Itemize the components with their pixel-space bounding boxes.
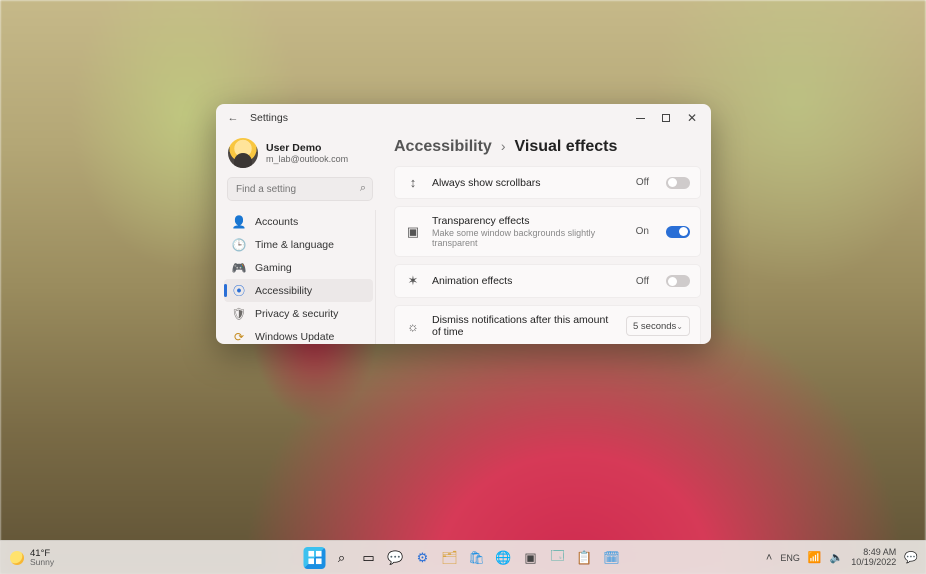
toggle-state-label: Off	[636, 276, 649, 287]
scrollbars-toggle[interactable]	[666, 177, 690, 189]
taskbar-app-chat[interactable]: 💬	[385, 547, 407, 569]
notifications-icon[interactable]: 💬	[904, 551, 918, 564]
sidebar-item-label: Accounts	[255, 216, 298, 228]
taskbar-search-button[interactable]: ⌕	[331, 547, 353, 569]
weather-condition: Sunny	[30, 558, 54, 567]
volume-icon[interactable]: 🔈	[830, 551, 844, 564]
transparency-toggle[interactable]	[666, 226, 690, 238]
toggle-state-label: Off	[636, 177, 649, 188]
sidebar: User Demo m_lab@outlook.com ⌕ 👤 Accounts…	[216, 132, 380, 344]
breadcrumb: Accessibility › Visual effects	[394, 138, 701, 156]
setting-title: Animation effects	[432, 275, 625, 287]
clock-date: 10/19/2022	[851, 558, 896, 568]
sidebar-item-label: Accessibility	[255, 285, 312, 297]
sidebar-item-gaming[interactable]: 🎮 Gaming	[224, 256, 373, 279]
taskbar-clock[interactable]: 8:49 AM 10/19/2022	[851, 548, 896, 568]
taskbar-app-icon[interactable]: 🗓	[601, 547, 623, 569]
titlebar: ← Settings ✕	[216, 104, 711, 132]
taskbar-app-edge[interactable]: 🌐	[493, 547, 515, 569]
taskbar-app-icon[interactable]: 📋	[574, 547, 596, 569]
setting-transparency: ▣ Transparency effects Make some window …	[394, 206, 701, 257]
windows-icon	[307, 550, 322, 565]
page-title: Visual effects	[515, 138, 618, 156]
setting-title: Always show scrollbars	[432, 177, 625, 189]
close-button[interactable]: ✕	[679, 108, 705, 128]
setting-dismiss-notifications: ☼ Dismiss notifications after this amoun…	[394, 305, 701, 344]
sidebar-item-accessibility[interactable]: ⦿ Accessibility	[224, 279, 373, 302]
animation-icon: ✶	[405, 273, 421, 289]
shield-icon: 🛡	[232, 307, 246, 321]
user-email: m_lab@outlook.com	[266, 154, 348, 164]
clock-globe-icon: 🕒	[232, 238, 246, 252]
taskbar-app-explorer[interactable]: 🗂	[439, 547, 461, 569]
setting-animation: ✶ Animation effects Off	[394, 264, 701, 298]
sun-icon	[10, 551, 24, 565]
main-content: Accessibility › Visual effects ↕ Always …	[380, 132, 711, 344]
taskbar-app-terminal[interactable]: ▣	[520, 547, 542, 569]
person-icon: 👤	[232, 215, 246, 229]
setting-subtitle: Make some window backgrounds slightly tr…	[432, 228, 625, 248]
setting-title: Transparency effects	[432, 215, 625, 227]
taskbar-app-icon[interactable]: ⚙	[412, 547, 434, 569]
minimize-button[interactable]	[627, 108, 653, 128]
select-value: 5 seconds	[633, 321, 676, 332]
tray-language[interactable]: ENG	[780, 553, 800, 563]
sidebar-item-accounts[interactable]: 👤 Accounts	[224, 210, 373, 233]
avatar	[228, 138, 258, 168]
brightness-icon: ☼	[405, 319, 421, 334]
setting-title: Dismiss notifications after this amount …	[432, 314, 615, 338]
taskbar-app-icon[interactable]: 🗔	[547, 547, 569, 569]
taskbar-weather[interactable]: 41°F Sunny	[0, 549, 54, 567]
back-button[interactable]: ←	[226, 112, 240, 124]
sidebar-item-time-language[interactable]: 🕒 Time & language	[224, 233, 373, 256]
sidebar-item-label: Privacy & security	[255, 308, 338, 320]
task-view-button[interactable]: ▭	[358, 547, 380, 569]
tray-chevron-up-icon[interactable]: ˄	[766, 552, 772, 564]
sidebar-item-label: Gaming	[255, 262, 292, 274]
settings-window: ← Settings ✕ User Demo m_lab@outlook.com…	[216, 104, 711, 344]
search-input[interactable]	[228, 178, 372, 200]
setting-scrollbars: ↕ Always show scrollbars Off	[394, 166, 701, 199]
search-icon: ⌕	[360, 182, 366, 195]
sidebar-item-label: Time & language	[255, 239, 334, 251]
dismiss-duration-select[interactable]: 5 seconds ⌄	[626, 316, 690, 336]
breadcrumb-parent[interactable]: Accessibility	[394, 138, 492, 156]
taskbar-app-store[interactable]: 🛍	[466, 547, 488, 569]
taskbar-center: ⌕ ▭ 💬 ⚙ 🗂 🛍 🌐 ▣ 🗔 📋 🗓	[304, 547, 623, 569]
user-account-row[interactable]: User Demo m_lab@outlook.com	[224, 136, 376, 174]
update-icon: ⟳	[232, 330, 246, 344]
animation-toggle[interactable]	[666, 275, 690, 287]
chevron-down-icon: ⌄	[676, 322, 683, 331]
gamepad-icon: 🎮	[232, 261, 246, 275]
system-tray: ˄ ENG 📶 🔈 8:49 AM 10/19/2022 💬	[766, 548, 926, 568]
scrollbar-icon: ↕	[405, 175, 421, 190]
sidebar-item-windows-update[interactable]: ⟳ Windows Update	[224, 325, 373, 344]
sidebar-item-privacy-security[interactable]: 🛡 Privacy & security	[224, 302, 373, 325]
search-wrap: ⌕	[228, 178, 372, 200]
transparency-icon: ▣	[405, 224, 421, 240]
wifi-icon[interactable]: 📶	[808, 551, 822, 564]
sidebar-item-label: Windows Update	[255, 331, 334, 343]
accessibility-icon: ⦿	[232, 284, 246, 298]
taskbar: 41°F Sunny ⌕ ▭ 💬 ⚙ 🗂 🛍 🌐 ▣ 🗔 📋 🗓 ˄ ENG 📶…	[0, 540, 926, 574]
sidebar-nav: 👤 Accounts 🕒 Time & language 🎮 Gaming ⦿ …	[224, 210, 376, 344]
toggle-state-label: On	[636, 226, 649, 237]
maximize-button[interactable]	[653, 108, 679, 128]
start-button[interactable]	[304, 547, 326, 569]
user-name: User Demo	[266, 142, 348, 154]
chevron-right-icon: ›	[501, 138, 506, 154]
window-title: Settings	[250, 112, 288, 124]
